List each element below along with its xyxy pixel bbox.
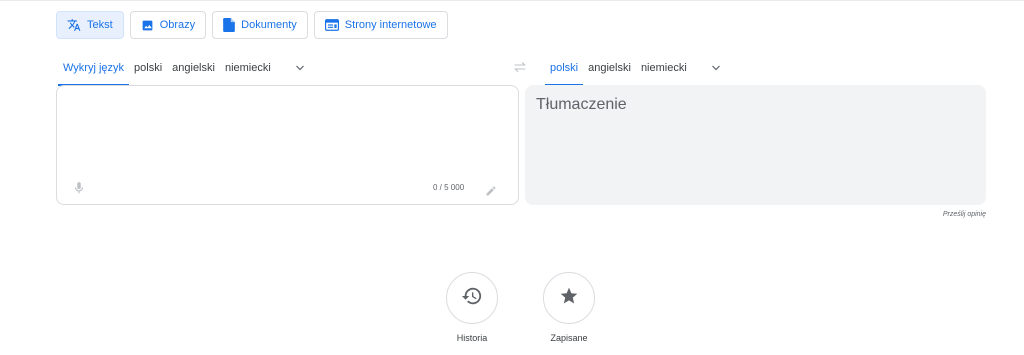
target-tab-german[interactable]: niemiecki [636, 60, 692, 84]
mode-selector: Tekst Obrazy Dokumenty Strony internetow… [56, 11, 448, 39]
source-language-bar: Wykryj język polski angielski niemiecki [58, 60, 306, 86]
star-icon [559, 286, 579, 311]
web-icon [324, 19, 339, 31]
target-tab-polish[interactable]: polski [545, 60, 584, 86]
send-feedback-link[interactable]: Prześlij opinię [943, 211, 986, 218]
translate-icon [67, 18, 81, 32]
mode-documents-label: Dokumenty [241, 19, 297, 31]
chevron-down-icon[interactable] [710, 60, 722, 76]
mode-images-label: Obrazy [159, 19, 196, 31]
microphone-icon[interactable] [72, 180, 86, 201]
mode-text-label: Tekst [87, 19, 113, 31]
history-button[interactable] [446, 272, 498, 324]
history-label: Historia [456, 333, 488, 343]
translation-output: Tłumaczenie [525, 85, 986, 205]
character-counter: 0 / 5 000 [433, 183, 465, 192]
target-tab-english[interactable]: angielski [583, 60, 636, 84]
mode-documents-button[interactable]: Dokumenty [212, 11, 308, 39]
source-tab-english[interactable]: angielski [167, 60, 220, 84]
source-tab-detect[interactable]: Wykryj język [58, 60, 130, 86]
pencil-icon[interactable] [485, 184, 497, 202]
swap-languages-icon[interactable] [512, 59, 528, 80]
chevron-down-icon[interactable] [294, 60, 306, 76]
saved-label: Zapisane [550, 333, 588, 343]
source-text-input[interactable]: 0 / 5 000 [56, 85, 519, 205]
saved-button[interactable] [543, 272, 595, 324]
history-icon [461, 285, 483, 312]
source-tab-german[interactable]: niemiecki [220, 60, 276, 84]
image-icon [141, 19, 154, 32]
target-language-bar: polski angielski niemiecki [545, 60, 722, 86]
top-divider [0, 0, 1024, 1]
source-tab-polish[interactable]: polski [129, 60, 167, 84]
mode-images-button[interactable]: Obrazy [129, 11, 207, 39]
translation-placeholder: Tłumaczenie [536, 96, 627, 113]
document-icon [223, 18, 235, 32]
mode-websites-label: Strony internetowe [344, 19, 437, 31]
mode-text-button[interactable]: Tekst [56, 11, 124, 39]
mode-websites-button[interactable]: Strony internetowe [313, 11, 448, 39]
